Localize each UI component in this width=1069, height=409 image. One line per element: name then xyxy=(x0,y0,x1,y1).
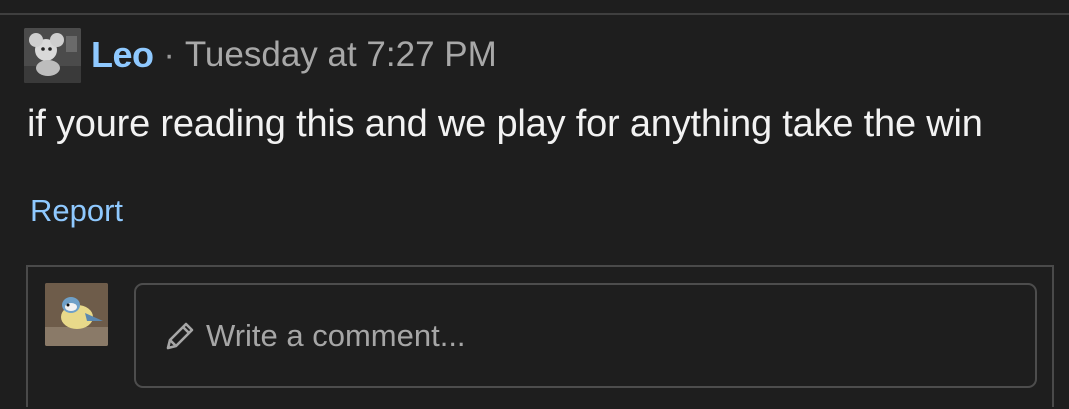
author-avatar[interactable] xyxy=(24,27,81,83)
top-divider xyxy=(0,13,1069,15)
post-body-text: if youre reading this and we play for an… xyxy=(27,103,983,145)
comment-placeholder: Write a comment... xyxy=(206,317,466,353)
post-page: Leo · Tuesday at 7:27 PM if youre readin… xyxy=(0,0,1069,409)
author-name-link[interactable]: Leo xyxy=(91,34,154,76)
bird-avatar-icon xyxy=(45,283,108,346)
commenter-avatar xyxy=(45,283,108,346)
comment-input[interactable]: Write a comment... xyxy=(134,283,1037,388)
post-timestamp[interactable]: Tuesday at 7:27 PM xyxy=(185,35,497,75)
report-link[interactable]: Report xyxy=(30,193,123,229)
avatar-icon xyxy=(24,27,81,83)
meta-separator: · xyxy=(163,35,175,74)
post-header: Leo · Tuesday at 7:27 PM xyxy=(24,27,497,83)
pencil-icon xyxy=(166,322,194,349)
